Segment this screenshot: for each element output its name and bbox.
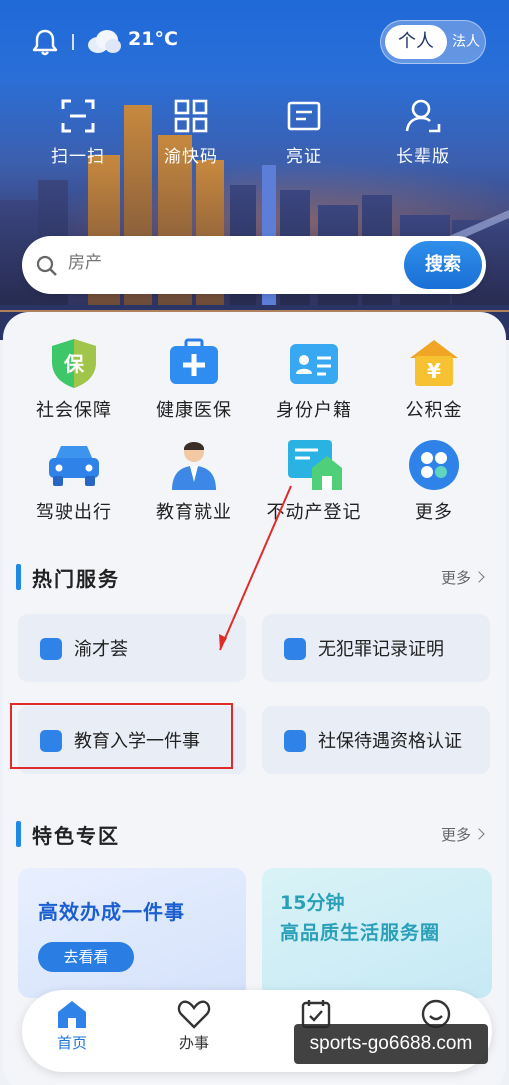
promo-card-life-circle[interactable]: 15分钟 高品质生活服务圈 <box>262 868 492 998</box>
nav-label: 办事 <box>178 1034 209 1052</box>
promo-line-1: 15分钟 <box>280 892 345 914</box>
section-marker <box>16 821 21 847</box>
promo-title: 高效办成一件事 <box>38 900 185 924</box>
featured-title: 特色专区 <box>32 824 120 848</box>
chevron-right-icon <box>473 828 485 840</box>
nav-label: 首页 <box>56 1034 87 1052</box>
home-icon <box>58 1001 86 1028</box>
more-label: 更多 <box>441 826 472 844</box>
view-button[interactable]: 去看看 <box>38 942 134 972</box>
heart-icon <box>177 1000 211 1029</box>
nav-home[interactable]: 首页 <box>22 998 122 1053</box>
promo-card-efficient[interactable]: 高效办成一件事 去看看 <box>18 868 246 998</box>
watermark: sports-go6688.com <box>294 1024 488 1064</box>
promo-line-2: 高品质生活服务圈 <box>280 922 441 944</box>
nav-services[interactable]: 办事 <box>144 998 244 1053</box>
featured-more-link[interactable]: 更多 <box>441 824 485 845</box>
